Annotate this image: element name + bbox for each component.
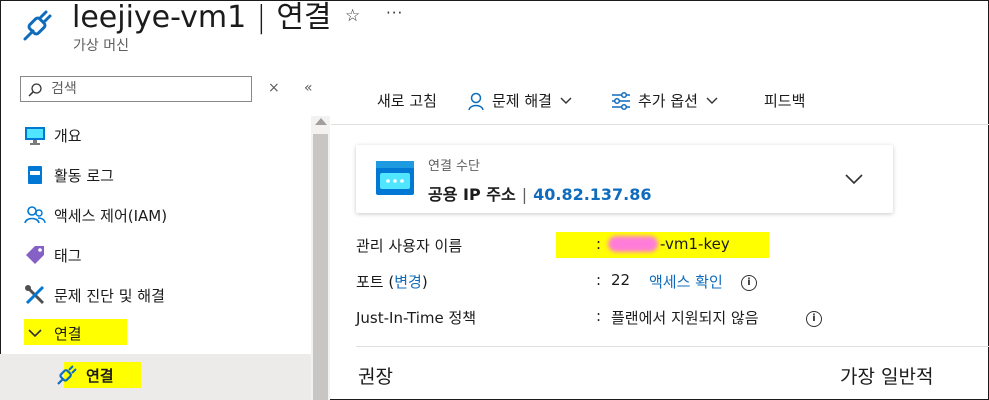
connect-method-name: 공용 IP 주소 [428, 185, 516, 204]
port-label: 포트 (변경) [356, 271, 428, 292]
change-port-link[interactable]: 변경 [394, 273, 422, 291]
sidebar-item-label: 개요 [54, 126, 82, 145]
connect-method-card[interactable]: 연결 수단 공용 IP 주소 | 40.82.137.86 [356, 145, 893, 213]
clear-search-icon[interactable]: × [268, 80, 280, 96]
sidebar-item-label: 연결 [86, 366, 114, 385]
feedback-button[interactable]: 피드백 [764, 90, 805, 111]
troubleshoot-button[interactable]: 문제 해결 [466, 90, 580, 111]
port-label-text: 포트 ( [356, 273, 395, 291]
sidebar-item-activity-log[interactable]: 활동 로그 [24, 162, 114, 188]
sidebar-item-label: 활동 로그 [54, 166, 114, 185]
sidebar-item-label: 연결 [54, 324, 82, 343]
jit-policy-label: Just-In-Time 정책 [356, 309, 477, 327]
selected-item-background [0, 354, 311, 400]
troubleshoot-label: 문제 해결 [492, 92, 552, 110]
more-options-button[interactable]: 추가 옵션 [610, 90, 726, 111]
card-separator: | [521, 185, 528, 204]
search-icon [28, 83, 42, 97]
person-support-icon [468, 92, 484, 110]
jit-policy-value: 플랜에서 지원되지 않음 [611, 309, 759, 327]
title-separator: | [256, 0, 267, 35]
chevron-down-icon[interactable] [845, 173, 863, 185]
port-colon: : [596, 271, 602, 289]
jit-policy-colon: : [596, 307, 602, 325]
toolbar-divider [331, 124, 989, 125]
recommended-heading: 권장 [358, 366, 393, 388]
activity-log-icon [24, 164, 46, 186]
admin-username-value: -vm1-key [660, 235, 730, 253]
redaction-blur [608, 236, 658, 252]
admin-username-label: 관리 사용자 이름 [356, 237, 463, 255]
more-options-label: 추가 옵션 [638, 92, 698, 110]
chevron-down-icon [560, 97, 572, 104]
sidebar-item-diagnose[interactable]: 문제 진단 및 해결 [24, 282, 165, 308]
most-common-label: 가장 일반적 [840, 366, 934, 388]
sidebar-item-label: 문제 진단 및 해결 [54, 286, 165, 305]
sidebar-item-label: 액세스 제어(IAM) [54, 206, 168, 225]
tag-icon [24, 244, 46, 266]
refresh-label: 새로 고침 [377, 92, 437, 110]
section-divider [356, 346, 989, 347]
connect-method-value: 공용 IP 주소 | 40.82.137.86 [428, 181, 652, 205]
plug-icon [56, 364, 78, 386]
port-value: 22 [611, 271, 631, 289]
monitor-icon [24, 124, 46, 146]
favorite-star-icon[interactable]: ☆ [345, 6, 360, 26]
check-access-link[interactable]: 액세스 확인 [649, 271, 723, 292]
chevron-down-icon [706, 97, 718, 104]
chevron-down-icon [24, 322, 46, 344]
refresh-button[interactable]: 새로 고침 [377, 90, 437, 111]
resource-name: leejiye-vm1 [72, 0, 247, 35]
port-label-close: ) [421, 273, 428, 291]
more-options-icon[interactable]: ··· [386, 4, 403, 22]
feedback-label: 피드백 [764, 92, 806, 110]
page-name: 연결 [276, 0, 332, 35]
scroll-up-arrow-icon[interactable] [315, 118, 327, 125]
sliders-icon [612, 91, 630, 110]
collapse-sidebar-icon[interactable]: « [304, 80, 313, 96]
resource-type: 가상 머신 [73, 38, 129, 54]
public-ip-address: 40.82.137.86 [533, 185, 652, 204]
sidebar-item-overview[interactable]: 개요 [24, 122, 82, 148]
scrollbar-thumb[interactable] [313, 134, 328, 400]
people-icon [24, 204, 46, 226]
info-icon[interactable]: i [741, 274, 757, 291]
page-title: leejiye-vm1 | 연결 [72, 0, 332, 38]
connect-method-label: 연결 수단 [428, 159, 480, 174]
sidebar-item-tags[interactable]: 태그 [24, 242, 82, 268]
plug-connect-icon [23, 10, 52, 41]
info-icon[interactable]: i [806, 310, 822, 327]
search-input[interactable] [51, 79, 241, 99]
admin-username-colon: : [596, 235, 602, 253]
sidebar-item-label: 태그 [54, 246, 82, 265]
sidebar-search-box[interactable] [20, 76, 252, 102]
sidebar-group-connect[interactable]: 연결 [24, 320, 82, 346]
server-icon [376, 161, 414, 195]
sidebar-item-connect[interactable]: 연결 [56, 362, 114, 388]
wrench-icon [24, 284, 46, 306]
sidebar-item-iam[interactable]: 액세스 제어(IAM) [24, 202, 167, 228]
